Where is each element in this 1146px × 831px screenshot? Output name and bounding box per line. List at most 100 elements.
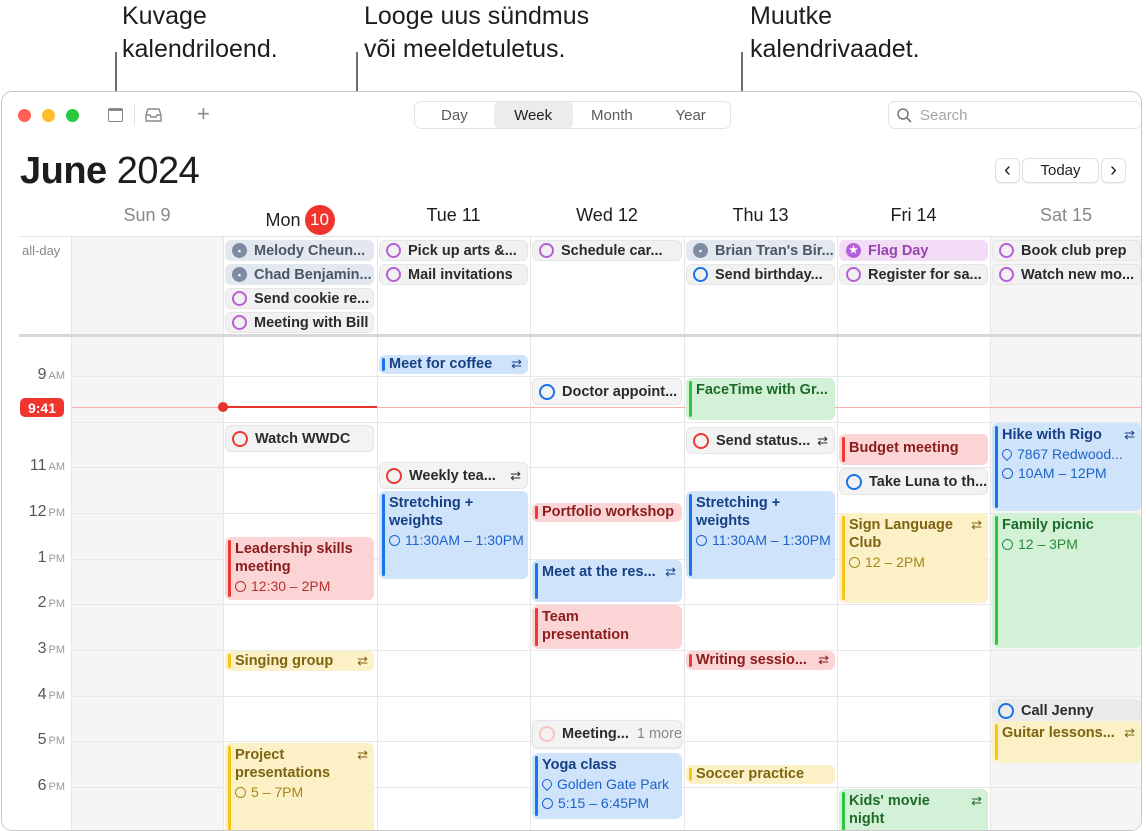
all-day-event[interactable]: ▪ Melody Cheun...: [225, 240, 374, 261]
reminder[interactable]: Take Luna to th...: [839, 468, 988, 495]
day-header-wed[interactable]: Wed 12: [530, 205, 684, 226]
reminder-circle-icon[interactable]: [386, 267, 401, 282]
calendar-event[interactable]: Portfolio workshop: [532, 503, 682, 522]
calendar-event[interactable]: Project presentations ⇄ 5 – 7PM: [225, 743, 374, 830]
toolbar-divider: [134, 105, 135, 125]
calendar-event[interactable]: Writing sessio... ⇄: [686, 651, 835, 670]
repeat-icon: ⇄: [665, 564, 676, 579]
hour-line: [72, 696, 1141, 697]
day-header-mon[interactable]: Mon 10: [223, 205, 377, 235]
calendar-event[interactable]: Team presentation: [532, 605, 682, 649]
tab-week[interactable]: Week: [493, 102, 573, 128]
reminder[interactable]: Doctor appoint...: [532, 378, 682, 405]
calendar-event[interactable]: Soccer practice: [686, 765, 835, 784]
day-header-tue[interactable]: Tue 11: [377, 205, 530, 226]
tab-day[interactable]: Day: [415, 102, 494, 128]
reminder-circle-icon[interactable]: [232, 291, 247, 306]
all-day-reminder[interactable]: Book club prep: [992, 240, 1141, 261]
all-day-reminder[interactable]: Send cookie re...: [225, 288, 374, 309]
gift-icon: ▪: [232, 267, 247, 282]
hour-line: [72, 422, 1141, 423]
all-day-event[interactable]: ▪ Brian Tran's Bir...: [686, 240, 835, 261]
day-header-fri[interactable]: Fri 14: [837, 205, 990, 226]
reminder[interactable]: Weekly tea... ⇄: [379, 462, 528, 489]
current-time-dot: [218, 402, 228, 412]
year-label: 2024: [116, 150, 200, 192]
current-time-badge: 9:41: [20, 398, 64, 417]
reminder[interactable]: Send status... ⇄: [686, 427, 835, 454]
all-day-reminder[interactable]: Meeting with Bill: [225, 312, 374, 333]
search-input[interactable]: [920, 106, 1120, 124]
callout-new-event: Looge uus sündmus või meeldetuletus.: [364, 2, 590, 63]
all-day-reminder[interactable]: Pick up arts &...: [379, 240, 528, 261]
calendar-event[interactable]: Guitar lessons... ⇄: [992, 721, 1141, 763]
calendar-event[interactable]: Meet for coffee ⇄: [379, 355, 528, 374]
reminder-circle-icon[interactable]: [846, 267, 861, 282]
reminder-circle-icon[interactable]: [999, 267, 1014, 282]
calendar-event[interactable]: Leadership skills meeting 12:30 – 2PM: [225, 537, 374, 600]
hour-label: 12 PM: [28, 503, 65, 520]
calendar-event[interactable]: Singing group ⇄: [225, 651, 374, 671]
close-button[interactable]: [18, 109, 31, 122]
reminder-circle-icon[interactable]: [232, 315, 247, 330]
star-icon: ★: [846, 243, 861, 258]
repeat-icon: ⇄: [971, 793, 982, 808]
all-day-event[interactable]: ▪ Chad Benjamin...: [225, 264, 374, 285]
minimize-button[interactable]: [42, 109, 55, 122]
hour-label: 5 PM: [37, 731, 65, 748]
all-day-event[interactable]: ★ Flag Day: [839, 240, 988, 261]
calendar-list-icon[interactable]: [108, 108, 123, 122]
inbox-icon[interactable]: [144, 108, 163, 127]
reminder[interactable]: Meeting... 1 more: [532, 720, 682, 748]
reminder[interactable]: Call Jenny: [992, 699, 1141, 723]
reminder-circle-icon[interactable]: [539, 383, 555, 400]
calendar-event[interactable]: Budget meeting: [839, 434, 988, 465]
all-day-reminder[interactable]: Schedule car...: [532, 240, 682, 261]
page-title: June 2024: [20, 150, 200, 193]
all-day-reminder[interactable]: Send birthday...: [686, 264, 835, 285]
reminder-circle-icon[interactable]: [539, 243, 554, 258]
reminder-circle-icon[interactable]: [998, 703, 1014, 719]
day-col-sun[interactable]: [71, 337, 223, 830]
tab-month[interactable]: Month: [573, 102, 652, 128]
reminder-circle-icon[interactable]: [232, 430, 248, 447]
calendar-event[interactable]: Meet at the res... ⇄: [532, 560, 682, 602]
day-header-thu[interactable]: Thu 13: [684, 205, 837, 226]
search-field[interactable]: [888, 101, 1141, 129]
calendar-event[interactable]: Sign Language Club ⇄ 12 – 2PM: [839, 513, 988, 603]
clock-icon: [235, 786, 246, 798]
search-icon: [897, 107, 912, 123]
calendar-event[interactable]: Yoga class Golden Gate Park 5:15 – 6:45PM: [532, 753, 682, 819]
reminder-circle-icon[interactable]: [539, 726, 555, 742]
reminder-circle-icon[interactable]: [386, 243, 401, 258]
all-day-reminder[interactable]: Register for sa...: [839, 264, 988, 285]
reminder-circle-icon[interactable]: [846, 473, 862, 490]
day-col-tue[interactable]: [377, 337, 530, 830]
calendar-event[interactable]: Stretching + weights 11:30AM – 1:30PM: [686, 491, 835, 579]
reminder-circle-icon[interactable]: [693, 432, 709, 449]
calendar-event[interactable]: FaceTime with Gr...: [686, 378, 835, 420]
day-header-sun[interactable]: Sun 9: [71, 205, 223, 226]
calendar-event[interactable]: Stretching + weights 11:30AM – 1:30PM: [379, 491, 528, 579]
tab-year[interactable]: Year: [651, 102, 730, 128]
clock-icon: [1002, 538, 1013, 550]
today-button[interactable]: Today: [1022, 158, 1099, 183]
prev-week-button[interactable]: ‹: [995, 158, 1020, 183]
all-day-reminder[interactable]: Watch new mo...: [992, 264, 1141, 285]
reminder[interactable]: Watch WWDC: [225, 425, 374, 452]
add-event-button[interactable]: +: [197, 101, 210, 127]
calendar-event[interactable]: Family picnic 12 – 3PM: [992, 513, 1141, 648]
zoom-button[interactable]: [66, 109, 79, 122]
reminder-circle-icon[interactable]: [999, 243, 1014, 258]
all-day-reminder[interactable]: Mail invitations: [379, 264, 528, 285]
gift-icon: ▪: [693, 243, 708, 258]
clock-icon: [389, 534, 400, 546]
reminder-circle-icon[interactable]: [693, 267, 708, 282]
more-events-link[interactable]: 1 more: [637, 726, 681, 742]
hour-line: [72, 376, 1141, 377]
calendar-event[interactable]: Hike with Rigo ⇄ 7867 Redwood... 10AM – 12P…: [992, 423, 1141, 511]
day-header-sat[interactable]: Sat 15: [990, 205, 1141, 226]
reminder-circle-icon[interactable]: [386, 467, 402, 484]
next-week-button[interactable]: ›: [1101, 158, 1126, 183]
clock-icon: [542, 797, 553, 809]
